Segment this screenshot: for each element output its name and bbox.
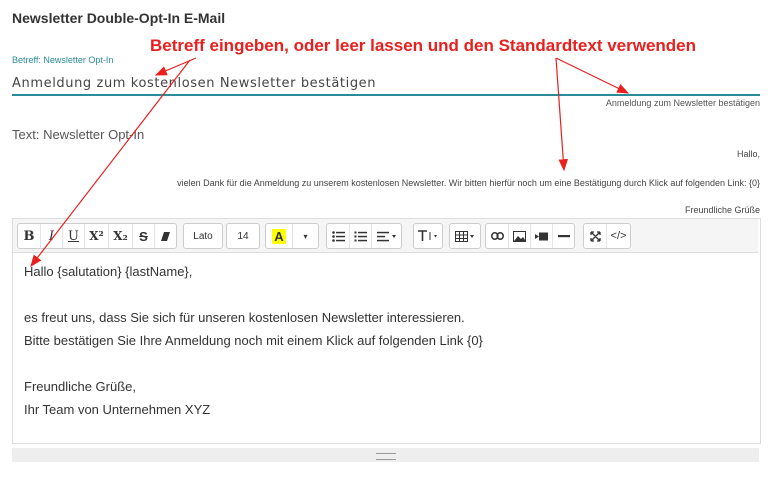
arrow-to-default-subject <box>555 57 630 94</box>
arrow-to-editor <box>30 59 191 267</box>
arrow-to-default-text <box>555 57 569 172</box>
annotation-arrows <box>30 57 630 267</box>
